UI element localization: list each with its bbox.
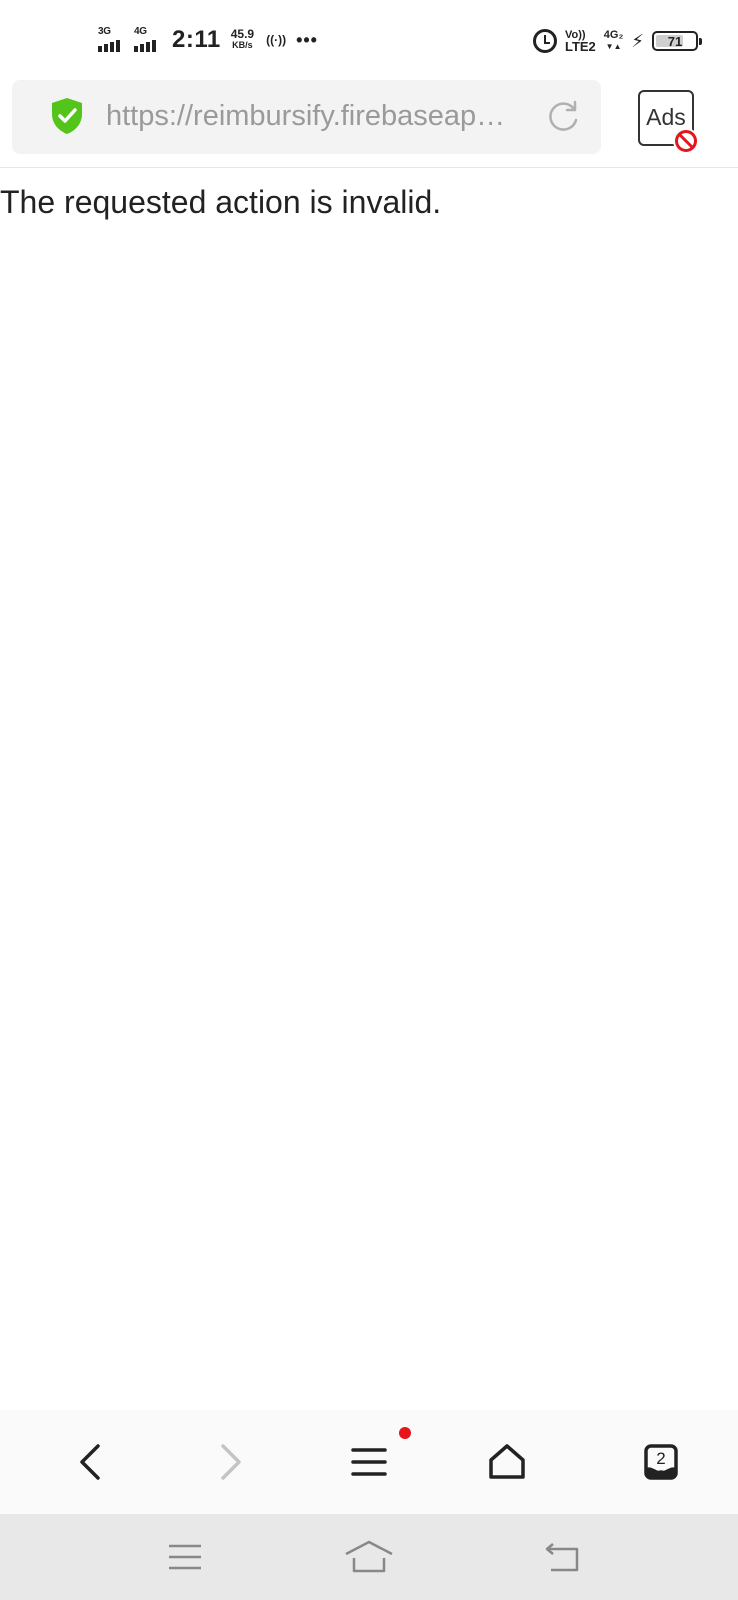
network-speed-value: 45.9 xyxy=(230,27,255,41)
status-bar: 3G 4G 2:11 45.9 KB/s ((·)) ••• Vo)) LTE2… xyxy=(0,0,738,78)
home-nav-icon xyxy=(345,1540,393,1573)
home-button[interactable] xyxy=(467,1410,547,1514)
volte-indicator: Vo)) LTE2 xyxy=(565,29,596,53)
battery-icon: 71 xyxy=(652,31,702,51)
system-back-button[interactable] xyxy=(523,1514,603,1600)
menu-icon xyxy=(351,1448,387,1476)
tab-count: 2 xyxy=(656,1449,665,1468)
forward-icon xyxy=(221,1444,241,1480)
network-speed: 45.9 KB/s xyxy=(230,27,255,51)
network-speed-unit: KB/s xyxy=(232,40,253,50)
hotspot-icon: ((·)) xyxy=(266,33,287,47)
charging-icon: ⚡︎ xyxy=(631,30,644,51)
sim1-signal-icon: 3G xyxy=(98,26,128,54)
recents-icon xyxy=(169,1544,201,1570)
reload-icon[interactable] xyxy=(546,100,580,134)
tabs-button[interactable]: 2 xyxy=(621,1410,701,1514)
back-nav-icon xyxy=(545,1543,579,1572)
ad-block-label: Ads xyxy=(646,103,686,130)
sim2-signal-icon: 4G xyxy=(134,26,164,54)
browser-toolbar: 2 xyxy=(0,1410,738,1514)
clock: 2:11 xyxy=(172,26,221,53)
recents-button[interactable] xyxy=(145,1514,225,1600)
volte-bottom: LTE2 xyxy=(564,39,596,54)
back-button[interactable] xyxy=(51,1410,131,1514)
shield-check-icon xyxy=(52,98,82,134)
more-notifications-icon: ••• xyxy=(296,30,318,50)
back-icon xyxy=(80,1444,100,1480)
data-activity-icon: ▼▲ xyxy=(605,42,622,51)
address-bar[interactable]: https://reimbursify.firebaseap… xyxy=(12,80,601,154)
sim1-network-label: 3G xyxy=(98,26,111,37)
status-bar-left: 3G 4G 2:11 45.9 KB/s ((·)) ••• xyxy=(98,24,318,56)
menu-notification-dot xyxy=(399,1427,411,1439)
system-navigation-bar xyxy=(0,1514,738,1600)
tabs-icon: 2 xyxy=(644,1444,678,1480)
status-bar-right: Vo)) LTE2 4G₂ ▼▲ ⚡︎ 71 xyxy=(532,24,702,58)
header-divider xyxy=(0,167,738,168)
battery-percent: 71 xyxy=(667,33,683,49)
alarm-icon xyxy=(532,29,557,53)
data-network-label: 4G₂ xyxy=(603,29,624,41)
system-home-button[interactable] xyxy=(329,1514,409,1600)
block-icon xyxy=(673,128,699,154)
menu-button[interactable] xyxy=(329,1410,409,1514)
url-text[interactable]: https://reimbursify.firebaseap… xyxy=(106,100,546,133)
forward-button[interactable] xyxy=(190,1410,270,1514)
home-icon xyxy=(489,1444,525,1479)
sim2-network-label: 4G xyxy=(134,26,147,37)
error-message: The requested action is invalid. xyxy=(0,184,442,220)
data-network-indicator: 4G₂ ▼▲ xyxy=(604,30,624,52)
